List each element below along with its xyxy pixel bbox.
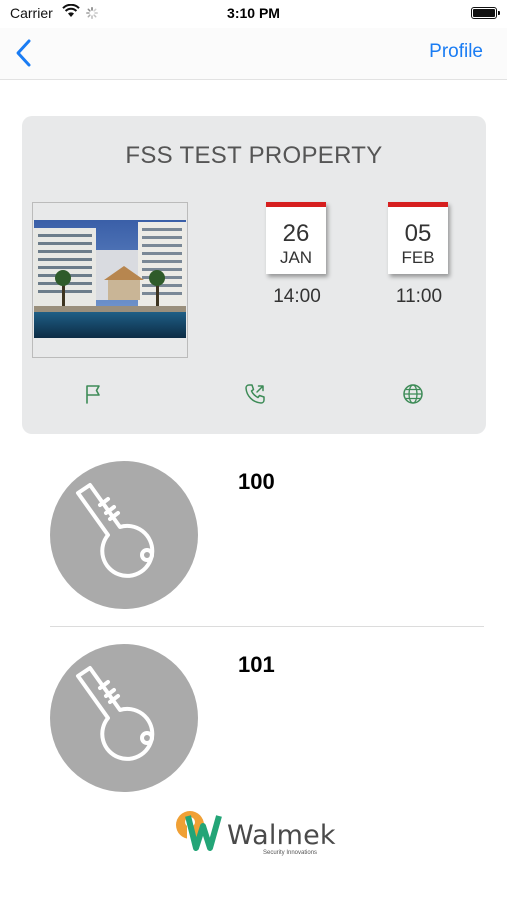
room-avatar — [50, 644, 198, 792]
check-in-date: 26 JAN — [266, 202, 326, 274]
walmek-logo: Walmek Security Innovations — [172, 808, 342, 860]
room-number: 101 — [238, 652, 275, 677]
flag-icon[interactable] — [82, 382, 106, 406]
navigation-bar: Profile — [0, 28, 507, 80]
chevron-left-icon — [16, 39, 31, 67]
hotel-photo — [34, 220, 186, 338]
property-name: FSS TEST PROPERTY — [125, 142, 383, 169]
list-divider — [50, 626, 484, 627]
key-icon — [76, 483, 155, 578]
property-photo-frame — [32, 202, 188, 358]
check-out-time: 11:00 — [395, 286, 443, 307]
status-time: 3:10 PM — [227, 5, 280, 21]
brand-tagline: Security Innovations — [263, 850, 318, 856]
brand-name: Walmek — [227, 820, 336, 851]
profile-button[interactable]: Profile — [429, 41, 483, 63]
walmek-logo-mark — [176, 811, 222, 851]
back-button[interactable] — [10, 36, 40, 70]
status-bar: Carrier 3:10 PM — [0, 0, 507, 28]
property-card: FSS TEST PROPERTY 26 JAN 14:00 05 FEB 11… — [22, 116, 486, 434]
room-number: 100 — [238, 469, 275, 494]
check-out-day: 05 — [404, 220, 432, 247]
room-avatar — [50, 461, 198, 609]
check-in-month: JAN — [279, 248, 313, 267]
globe-icon[interactable] — [401, 382, 425, 406]
phone-outgoing-icon[interactable] — [243, 382, 267, 406]
room-list-item[interactable]: 100 — [50, 461, 484, 611]
check-in-time: 14:00 — [273, 286, 321, 307]
check-in-day: 26 — [282, 220, 310, 247]
check-out-date: 05 FEB — [388, 202, 448, 274]
room-list-item[interactable]: 101 — [50, 644, 484, 794]
battery-icon — [471, 7, 500, 19]
key-icon — [76, 666, 155, 761]
check-out-month: FEB — [401, 248, 435, 267]
